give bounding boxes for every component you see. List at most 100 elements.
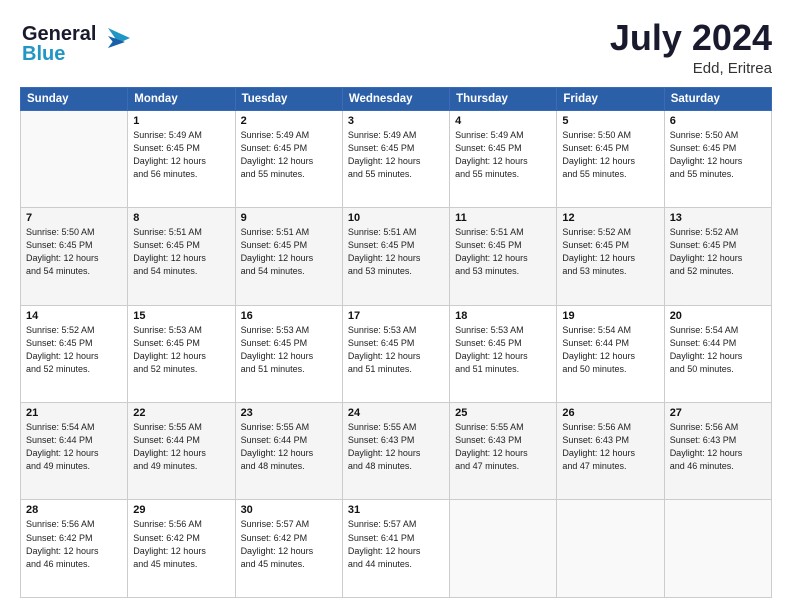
day-detail: Sunrise: 5:50 AMSunset: 6:45 PMDaylight:… [562,129,658,181]
calendar-cell: 13 Sunrise: 5:52 AMSunset: 6:45 PMDayligh… [664,208,771,305]
day-number: 15 [133,310,229,322]
day-detail: Sunrise: 5:56 AMSunset: 6:43 PMDaylight:… [562,421,658,473]
day-detail: Sunrise: 5:51 AMSunset: 6:45 PMDaylight:… [348,226,444,278]
day-detail: Sunrise: 5:50 AMSunset: 6:45 PMDaylight:… [26,226,122,278]
day-number: 25 [455,407,551,419]
day-detail: Sunrise: 5:55 AMSunset: 6:43 PMDaylight:… [348,421,444,473]
day-number: 30 [241,504,337,516]
day-number: 21 [26,407,122,419]
calendar-cell: 8 Sunrise: 5:51 AMSunset: 6:45 PMDaylight… [128,208,235,305]
calendar-week-row: 14 Sunrise: 5:52 AMSunset: 6:45 PMDayligh… [21,305,772,402]
calendar-cell [450,500,557,598]
day-detail: Sunrise: 5:55 AMSunset: 6:44 PMDaylight:… [133,421,229,473]
day-detail: Sunrise: 5:56 AMSunset: 6:43 PMDaylight:… [670,421,766,473]
calendar-cell: 23Sunrise: 5:55 AMSunset: 6:44 PMDayligh… [235,403,342,500]
day-detail: Sunrise: 5:56 AMSunset: 6:42 PMDaylight:… [26,518,122,570]
logo: General Blue [20,18,130,71]
day-detail: Sunrise: 5:53 AMSunset: 6:45 PMDaylight:… [348,324,444,376]
calendar-cell: 1 Sunrise: 5:49 AMSunset: 6:45 PMDaylight… [128,110,235,207]
day-detail: Sunrise: 5:54 AMSunset: 6:44 PMDaylight:… [670,324,766,376]
calendar-cell: 6 Sunrise: 5:50 AMSunset: 6:45 PMDaylight… [664,110,771,207]
day-header-sunday: Sunday [21,87,128,110]
day-detail: Sunrise: 5:54 AMSunset: 6:44 PMDaylight:… [562,324,658,376]
day-detail: Sunrise: 5:52 AMSunset: 6:45 PMDaylight:… [26,324,122,376]
day-detail: Sunrise: 5:52 AMSunset: 6:45 PMDaylight:… [670,226,766,278]
day-number: 26 [562,407,658,419]
calendar-cell: 7 Sunrise: 5:50 AMSunset: 6:45 PMDaylight… [21,208,128,305]
day-number: 27 [670,407,766,419]
day-number: 2 [241,115,337,127]
calendar-week-row: 21 Sunrise: 5:54 AMSunset: 6:44 PMDayligh… [21,403,772,500]
calendar-cell: 16Sunrise: 5:53 AMSunset: 6:45 PMDayligh… [235,305,342,402]
calendar-cell: 2 Sunrise: 5:49 AMSunset: 6:45 PMDaylight… [235,110,342,207]
calendar-header-row: SundayMondayTuesdayWednesdayThursdayFrid… [21,87,772,110]
day-detail: Sunrise: 5:51 AMSunset: 6:45 PMDaylight:… [133,226,229,278]
day-header-thursday: Thursday [450,87,557,110]
day-number: 22 [133,407,229,419]
day-number: 28 [26,504,122,516]
day-detail: Sunrise: 5:56 AMSunset: 6:42 PMDaylight:… [133,518,229,570]
day-number: 5 [562,115,658,127]
day-detail: Sunrise: 5:55 AMSunset: 6:43 PMDaylight:… [455,421,551,473]
day-number: 10 [348,212,444,224]
calendar-cell: 27 Sunrise: 5:56 AMSunset: 6:43 PMDayligh… [664,403,771,500]
day-number: 11 [455,212,551,224]
calendar-cell: 20 Sunrise: 5:54 AMSunset: 6:44 PMDayligh… [664,305,771,402]
calendar-cell: 30 Sunrise: 5:57 AMSunset: 6:42 PMDayligh… [235,500,342,598]
header: General Blue July 2024 Edd, Eritrea [20,18,772,77]
day-detail: Sunrise: 5:57 AMSunset: 6:42 PMDaylight:… [241,518,337,570]
day-number: 13 [670,212,766,224]
day-detail: Sunrise: 5:49 AMSunset: 6:45 PMDaylight:… [241,129,337,181]
svg-text:General: General [22,23,96,45]
calendar-cell: 18 Sunrise: 5:53 AMSunset: 6:45 PMDayligh… [450,305,557,402]
day-number: 20 [670,310,766,322]
calendar-table: SundayMondayTuesdayWednesdayThursdayFrid… [20,87,772,598]
day-number: 14 [26,310,122,322]
calendar-cell: 4Sunrise: 5:49 AMSunset: 6:45 PMDaylight… [450,110,557,207]
day-detail: Sunrise: 5:49 AMSunset: 6:45 PMDaylight:… [133,129,229,181]
day-number: 4 [455,115,551,127]
day-header-monday: Monday [128,87,235,110]
calendar-cell: 21 Sunrise: 5:54 AMSunset: 6:44 PMDayligh… [21,403,128,500]
calendar-cell: 31 Sunrise: 5:57 AMSunset: 6:41 PMDayligh… [342,500,449,598]
day-number: 23 [241,407,337,419]
day-number: 9 [241,212,337,224]
day-number: 18 [455,310,551,322]
day-header-wednesday: Wednesday [342,87,449,110]
calendar-cell: 5 Sunrise: 5:50 AMSunset: 6:45 PMDaylight… [557,110,664,207]
day-number: 6 [670,115,766,127]
calendar-cell: 12Sunrise: 5:52 AMSunset: 6:45 PMDayligh… [557,208,664,305]
calendar-cell: 29Sunrise: 5:56 AMSunset: 6:42 PMDayligh… [128,500,235,598]
location-subtitle: Edd, Eritrea [610,60,772,77]
page: General Blue July 2024 Edd, Eritrea Sund… [0,0,792,612]
calendar-cell: 9 Sunrise: 5:51 AMSunset: 6:45 PMDaylight… [235,208,342,305]
calendar-cell [557,500,664,598]
day-number: 24 [348,407,444,419]
calendar-cell: 26 Sunrise: 5:56 AMSunset: 6:43 PMDayligh… [557,403,664,500]
calendar-cell: 22 Sunrise: 5:55 AMSunset: 6:44 PMDayligh… [128,403,235,500]
day-detail: Sunrise: 5:54 AMSunset: 6:44 PMDaylight:… [26,421,122,473]
day-detail: Sunrise: 5:53 AMSunset: 6:45 PMDaylight:… [133,324,229,376]
day-number: 8 [133,212,229,224]
calendar-cell: 19Sunrise: 5:54 AMSunset: 6:44 PMDayligh… [557,305,664,402]
day-number: 1 [133,115,229,127]
day-detail: Sunrise: 5:52 AMSunset: 6:45 PMDaylight:… [562,226,658,278]
day-detail: Sunrise: 5:53 AMSunset: 6:45 PMDaylight:… [455,324,551,376]
calendar-cell: 11 Sunrise: 5:51 AMSunset: 6:45 PMDayligh… [450,208,557,305]
calendar-cell: 17Sunrise: 5:53 AMSunset: 6:45 PMDayligh… [342,305,449,402]
calendar-cell: 28 Sunrise: 5:56 AMSunset: 6:42 PMDayligh… [21,500,128,598]
calendar-cell: 14 Sunrise: 5:52 AMSunset: 6:45 PMDayligh… [21,305,128,402]
day-detail: Sunrise: 5:51 AMSunset: 6:45 PMDaylight:… [241,226,337,278]
day-detail: Sunrise: 5:51 AMSunset: 6:45 PMDaylight:… [455,226,551,278]
day-header-saturday: Saturday [664,87,771,110]
day-number: 31 [348,504,444,516]
day-detail: Sunrise: 5:57 AMSunset: 6:41 PMDaylight:… [348,518,444,570]
day-number: 7 [26,212,122,224]
day-detail: Sunrise: 5:49 AMSunset: 6:45 PMDaylight:… [348,129,444,181]
month-year-title: July 2024 [610,18,772,58]
calendar-week-row: 7 Sunrise: 5:50 AMSunset: 6:45 PMDaylight… [21,208,772,305]
day-detail: Sunrise: 5:50 AMSunset: 6:45 PMDaylight:… [670,129,766,181]
calendar-cell: 10 Sunrise: 5:51 AMSunset: 6:45 PMDayligh… [342,208,449,305]
svg-text:Blue: Blue [22,43,65,65]
calendar-cell: 24 Sunrise: 5:55 AMSunset: 6:43 PMDayligh… [342,403,449,500]
